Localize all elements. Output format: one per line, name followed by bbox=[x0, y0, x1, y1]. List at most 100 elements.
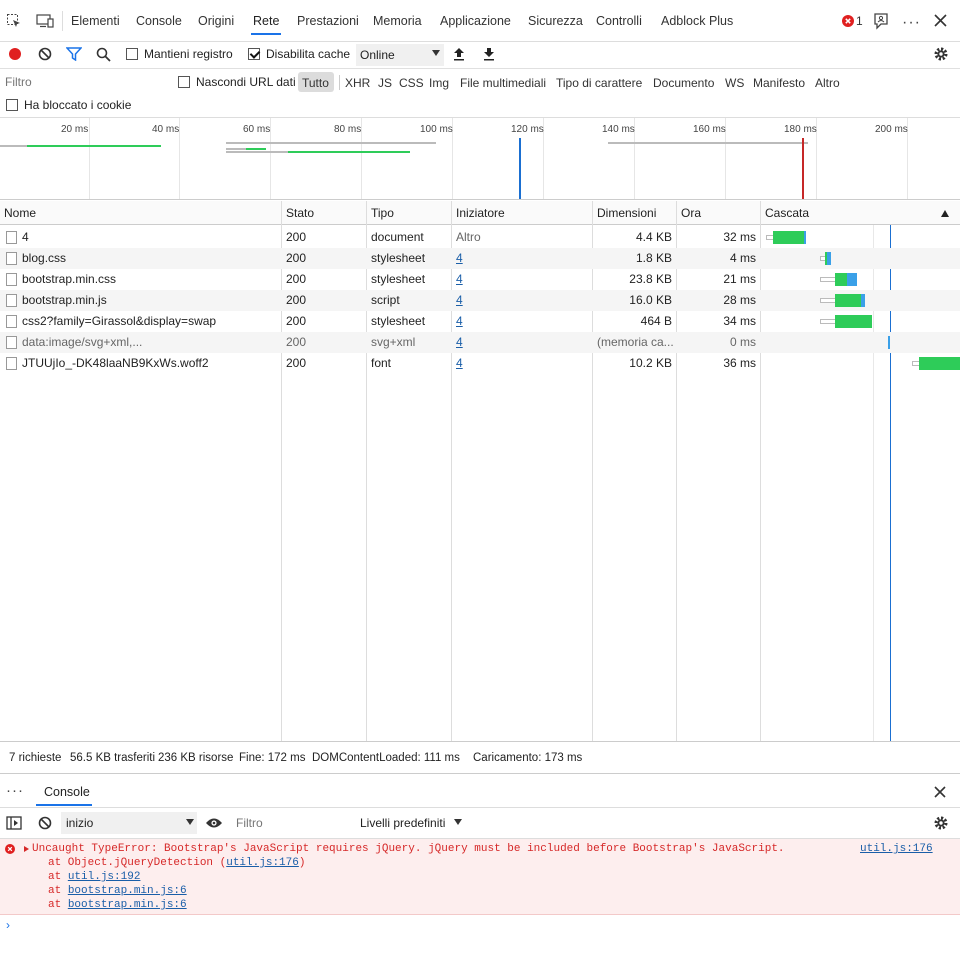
disable-cache-checkbox[interactable] bbox=[248, 48, 260, 60]
column-header-status[interactable]: Stato bbox=[282, 201, 367, 225]
waterfall-download bbox=[835, 294, 861, 307]
error-count[interactable]: 1 bbox=[856, 14, 863, 28]
column-header-time[interactable]: Ora bbox=[677, 201, 761, 225]
throttling-select[interactable]: Online bbox=[356, 44, 444, 66]
tab-application[interactable]: Applicazione bbox=[440, 14, 511, 28]
table-row[interactable]: css2?family=Girassol&display=swap 200 st… bbox=[0, 311, 960, 332]
record-icon[interactable] bbox=[8, 47, 22, 64]
console-prompt-input[interactable] bbox=[18, 916, 948, 934]
stack-frame-link[interactable]: bootstrap.min.js:6 bbox=[68, 899, 187, 911]
column-header-name[interactable]: Nome bbox=[0, 201, 282, 225]
type-filter-js[interactable]: JS bbox=[378, 76, 392, 90]
blocked-cookies-checkbox[interactable] bbox=[6, 99, 18, 111]
search-icon[interactable] bbox=[96, 47, 111, 65]
error-icon[interactable] bbox=[842, 15, 854, 30]
settings-icon[interactable] bbox=[933, 46, 949, 65]
row-name: blog.css bbox=[22, 251, 67, 265]
tab-sources[interactable]: Origini bbox=[198, 14, 234, 28]
drawer-tab-console[interactable]: Console bbox=[44, 785, 90, 799]
tab-memory[interactable]: Memoria bbox=[373, 14, 422, 28]
hide-data-urls-checkbox[interactable] bbox=[178, 76, 190, 88]
type-filter-doc[interactable]: Documento bbox=[653, 76, 714, 90]
overview-tick: 20 ms bbox=[61, 124, 89, 135]
tab-audits[interactable]: Controlli bbox=[596, 14, 642, 28]
download-icon[interactable] bbox=[482, 47, 496, 64]
expand-triangle-icon[interactable] bbox=[24, 846, 29, 852]
settings-icon[interactable] bbox=[933, 815, 949, 834]
clear-icon[interactable] bbox=[38, 47, 52, 64]
type-filter-img[interactable]: Img bbox=[429, 76, 449, 90]
close-icon[interactable] bbox=[934, 14, 947, 30]
row-time: 34 ms bbox=[723, 314, 756, 328]
row-initiator[interactable]: 4 bbox=[456, 353, 463, 374]
tab-adblock-plus[interactable]: Adblock Plus bbox=[661, 14, 733, 28]
chevron-down-icon bbox=[453, 819, 462, 825]
drawer-more-icon[interactable]: ··· bbox=[6, 782, 24, 799]
error-source-link[interactable]: util.js:176 bbox=[860, 843, 933, 855]
tab-performance[interactable]: Prestazioni bbox=[297, 14, 359, 28]
row-initiator[interactable]: 4 bbox=[456, 290, 463, 311]
row-type: script bbox=[371, 293, 400, 307]
table-row[interactable]: data:image/svg+xml,... 200 svg+xml 4 (me… bbox=[0, 332, 960, 353]
table-row[interactable]: JTUUjIo_-DK48laaNB9KxWs.woff2 200 font 4… bbox=[0, 353, 960, 374]
overview-tick: 140 ms bbox=[602, 124, 635, 135]
table-row[interactable]: blog.css 200 stylesheet 4 1.8 KB 4 ms bbox=[0, 248, 960, 269]
timeline-overview[interactable]: 20 ms 40 ms 60 ms 80 ms 100 ms 120 ms 14… bbox=[0, 118, 960, 200]
upload-icon[interactable] bbox=[452, 47, 466, 64]
waterfall-wait bbox=[820, 319, 836, 324]
column-header-initiator[interactable]: Iniziatore bbox=[452, 201, 593, 225]
log-levels-dropdown[interactable]: Livelli predefiniti bbox=[360, 816, 462, 830]
chevron-down-icon bbox=[186, 819, 194, 825]
close-icon[interactable] bbox=[934, 786, 946, 801]
row-time: 28 ms bbox=[723, 293, 756, 307]
sidebar-toggle-icon[interactable] bbox=[6, 816, 22, 833]
type-filter-media[interactable]: File multimediali bbox=[460, 76, 546, 90]
row-status: 200 bbox=[286, 293, 307, 307]
tab-elements[interactable]: Elementi bbox=[71, 14, 120, 28]
column-header-type[interactable]: Tipo bbox=[367, 201, 452, 225]
preserve-log-checkbox[interactable] bbox=[126, 48, 138, 60]
eye-icon[interactable] bbox=[205, 817, 223, 832]
inspect-icon[interactable] bbox=[6, 13, 22, 32]
stack-frame-link[interactable]: util.js:176 bbox=[226, 857, 299, 869]
column-header-size[interactable]: Dimensioni bbox=[593, 201, 677, 225]
type-filter-other[interactable]: Altro bbox=[815, 76, 840, 90]
table-row[interactable]: bootstrap.min.js 200 script 4 16.0 KB 28… bbox=[0, 290, 960, 311]
tab-network[interactable]: Rete bbox=[253, 14, 279, 28]
type-filter-xhr[interactable]: XHR bbox=[345, 76, 370, 90]
feedback-icon[interactable] bbox=[872, 12, 890, 33]
stack-frame-link[interactable]: bootstrap.min.js:6 bbox=[68, 885, 187, 897]
row-initiator[interactable]: 4 bbox=[456, 332, 463, 353]
type-filter-font[interactable]: Tipo di carattere bbox=[556, 76, 642, 90]
tab-security[interactable]: Sicurezza bbox=[528, 14, 583, 28]
overview-bar-document bbox=[0, 145, 27, 147]
row-name: JTUUjIo_-DK48laaNB9KxWs.woff2 bbox=[22, 356, 209, 370]
column-header-waterfall[interactable]: Cascata bbox=[761, 201, 960, 225]
filter-icon[interactable] bbox=[65, 47, 83, 64]
row-time: 36 ms bbox=[723, 356, 756, 370]
toolbar-divider bbox=[62, 11, 63, 31]
stack-frame-link[interactable]: util.js:192 bbox=[68, 871, 141, 883]
drawer-active-indicator bbox=[36, 804, 92, 806]
device-icon[interactable] bbox=[36, 14, 54, 31]
context-select[interactable]: inizio bbox=[61, 812, 197, 834]
disable-cache-label: Disabilita cache bbox=[266, 47, 351, 61]
row-initiator[interactable]: 4 bbox=[456, 311, 463, 332]
clear-icon[interactable] bbox=[38, 816, 52, 833]
type-filter-css[interactable]: CSS bbox=[399, 76, 424, 90]
table-row[interactable]: 4 200 document Altro 4.4 KB 32 ms bbox=[0, 227, 960, 248]
more-icon[interactable]: ··· bbox=[902, 14, 921, 32]
row-initiator[interactable]: 4 bbox=[456, 269, 463, 290]
type-filter-ws[interactable]: WS bbox=[725, 76, 744, 90]
row-initiator[interactable]: 4 bbox=[456, 248, 463, 269]
preserve-log-label: Mantieni registro bbox=[144, 47, 233, 61]
stack-frame: at bootstrap.min.js:6 bbox=[48, 899, 187, 911]
table-row[interactable]: bootstrap.min.css 200 stylesheet 4 23.8 … bbox=[0, 269, 960, 290]
tab-console[interactable]: Console bbox=[136, 14, 182, 28]
overview-tick: 180 ms bbox=[784, 124, 817, 135]
sort-up-icon[interactable] bbox=[941, 210, 949, 217]
filter-input[interactable] bbox=[2, 72, 164, 92]
type-filter-manifest[interactable]: Manifesto bbox=[753, 76, 805, 90]
console-filter-input[interactable] bbox=[232, 812, 352, 834]
waterfall-download bbox=[835, 315, 872, 328]
